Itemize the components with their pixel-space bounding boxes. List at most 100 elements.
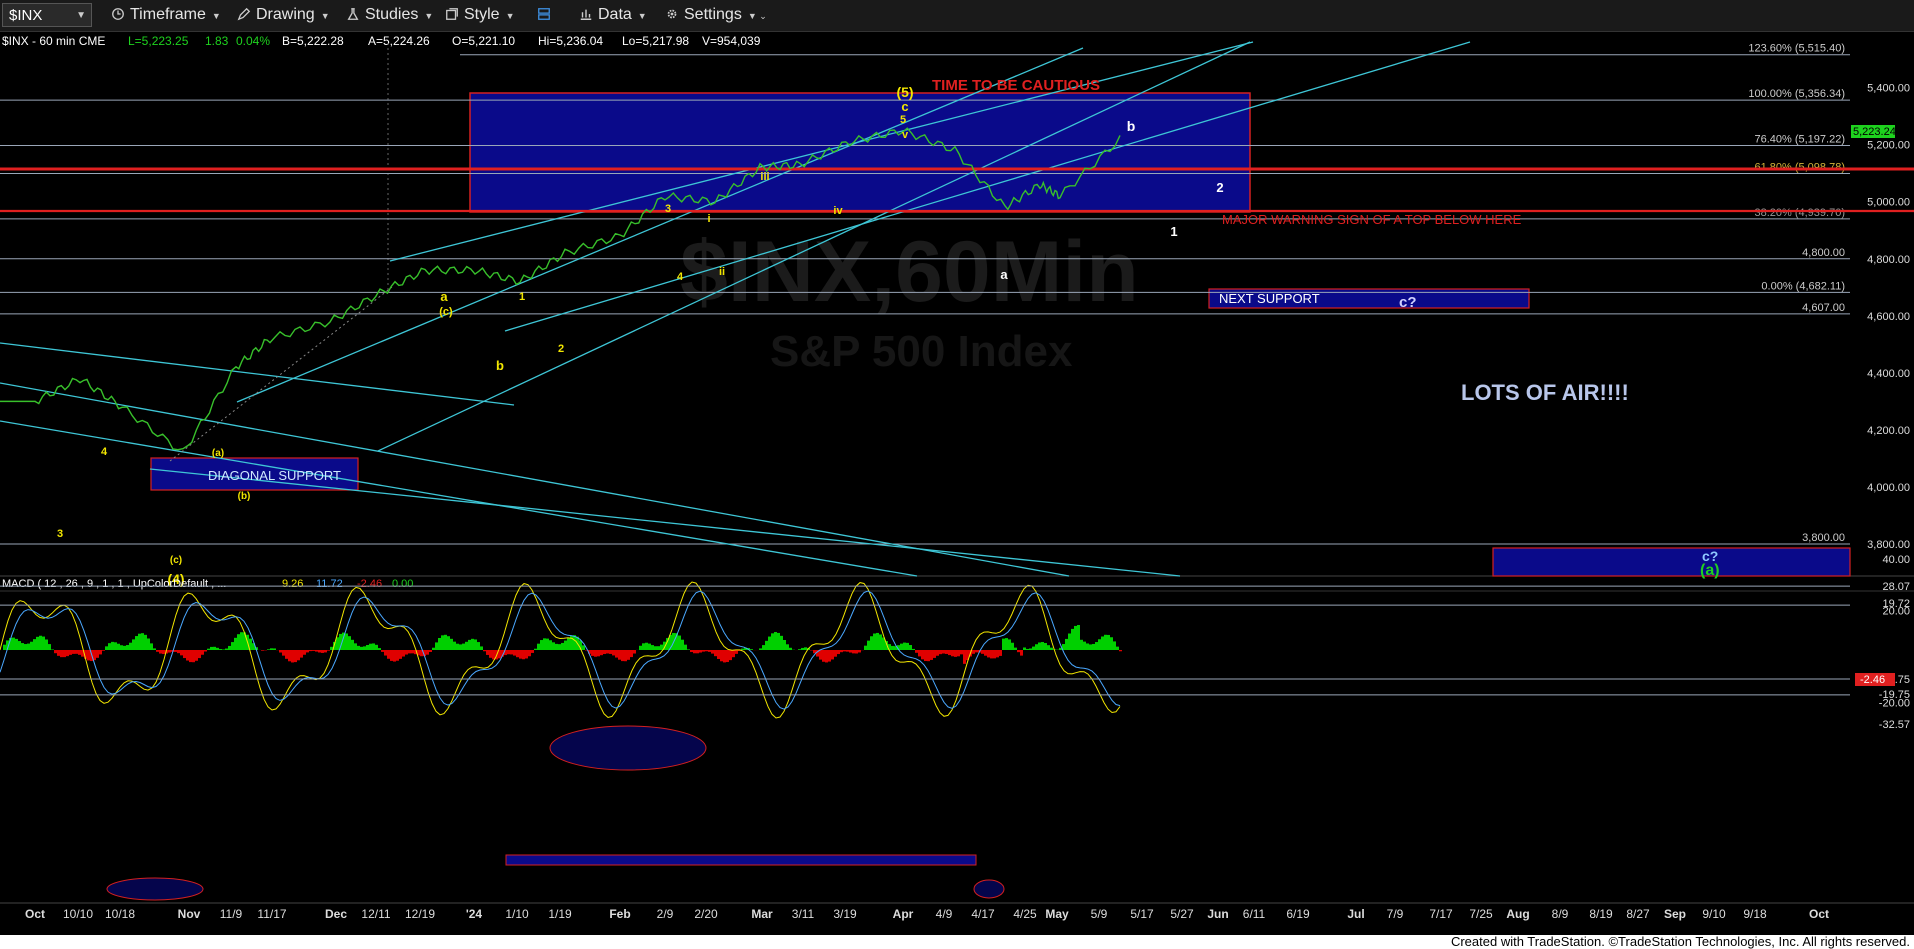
macd-histogram-bar xyxy=(513,650,516,656)
wave-label: iii xyxy=(760,171,769,183)
macd-histogram-bar xyxy=(729,650,732,661)
data-menu[interactable]: Data ▼ xyxy=(578,4,647,26)
macd-histogram-bar xyxy=(186,650,189,661)
studies-menu[interactable]: Studies ▼ xyxy=(345,4,433,26)
macd-histogram-bar xyxy=(510,650,513,655)
toolbar: $INX ▼ Timeframe ▼ Drawing ▼ Studies ▼ Styl… xyxy=(0,0,1914,32)
price-axis-label: 5,400.00 xyxy=(1867,83,1910,95)
macd-histogram-bar xyxy=(516,650,519,658)
macd-histogram-bar xyxy=(741,648,744,650)
macd-histogram-bar xyxy=(129,642,132,650)
macd-histogram-bar xyxy=(1023,647,1026,650)
chart-area[interactable]: $INX - 60 min CME L=5,223.25 1.83 0.04% … xyxy=(0,31,1914,935)
macd-histogram-bar xyxy=(225,648,228,650)
timeframe-menu[interactable]: Timeframe ▼ xyxy=(110,4,221,26)
price-chart-svg[interactable]: $INX - 60 min CME L=5,223.25 1.83 0.04% … xyxy=(0,31,1914,935)
macd-histogram-bar xyxy=(18,641,21,650)
diagonal-support-label: DIAGONAL SUPPORT xyxy=(208,468,341,483)
macd-histogram-bar xyxy=(309,650,312,652)
wave-label: 3 xyxy=(665,203,671,215)
time-axis-label: 6/19 xyxy=(1286,907,1310,921)
macd-histogram-bar xyxy=(996,650,999,658)
macd-histogram-bar xyxy=(468,639,471,650)
quote-volume: V=954,039 xyxy=(702,34,761,48)
time-axis-label: 9/18 xyxy=(1743,907,1767,921)
macd-histogram-bar xyxy=(798,649,801,650)
macd-histogram-bar xyxy=(345,633,348,650)
macd-histogram-bar xyxy=(558,644,561,650)
macd-histogram-bar xyxy=(531,650,534,653)
time-axis-label: 4/25 xyxy=(1013,907,1037,921)
macd-histogram-bar xyxy=(717,650,720,659)
macd-histogram-bar xyxy=(597,650,600,657)
settings-menu[interactable]: Settings ▼ ⌄ xyxy=(664,4,767,26)
macd-histogram-bar xyxy=(831,650,834,660)
wave-label: 4 xyxy=(101,446,108,458)
macd-histogram-bar xyxy=(900,643,903,650)
macd-histogram-bar xyxy=(474,639,477,650)
macd-histogram-bar xyxy=(627,650,630,660)
macd-histogram-bar xyxy=(1110,637,1113,650)
macd-histogram-bar xyxy=(405,650,408,655)
macd-histogram-bar xyxy=(201,650,204,655)
macd-histogram-bar xyxy=(693,650,696,654)
time-axis-label: 11/9 xyxy=(220,907,243,921)
macd-histogram-bar xyxy=(486,650,489,655)
macd-histogram-bar xyxy=(615,650,618,658)
macd-histogram-bar xyxy=(159,650,162,654)
macd-histogram-bar xyxy=(399,650,402,659)
macd-histogram-bar xyxy=(759,648,762,650)
macd-axis-label: 20.00 xyxy=(1882,606,1910,618)
macd-histogram-bar xyxy=(1107,634,1110,650)
flask-icon xyxy=(347,8,359,20)
level-label: 0.00% (4,682.11) xyxy=(1761,280,1845,292)
macd-histogram-bar xyxy=(180,650,183,656)
wave-label: 3 xyxy=(57,528,63,540)
wave-label: 4 xyxy=(677,271,684,283)
drawing-menu[interactable]: Drawing ▼ xyxy=(236,4,330,26)
macd-histogram-bar xyxy=(1089,644,1092,650)
macd-histogram-bar xyxy=(360,646,363,650)
time-axis-label: Oct xyxy=(25,907,45,921)
major-warning: MAJOR WARNING SIGN OF A TOP BELOW HERE xyxy=(1222,212,1522,227)
time-axis-label: 11/17 xyxy=(257,907,286,921)
macd-histogram-bar xyxy=(618,650,621,660)
macd-histogram-bar xyxy=(927,650,930,662)
price-axis-label: 4,200.00 xyxy=(1867,425,1910,437)
macd-zone-box xyxy=(505,854,977,866)
time-axis-label: 12/19 xyxy=(405,907,435,921)
macd-histogram-bar xyxy=(435,642,438,650)
macd-histogram-bar xyxy=(1074,625,1077,650)
macd-histogram-bar xyxy=(387,650,390,659)
layout-button[interactable] xyxy=(536,4,556,26)
macd-histogram-bar xyxy=(582,645,585,650)
macd-histogram-bar xyxy=(210,646,213,650)
macd-histogram-bar xyxy=(660,644,663,650)
macd-ellipse xyxy=(106,877,204,901)
macd-histogram-bar xyxy=(96,650,99,658)
wave-label: a xyxy=(1000,267,1008,282)
macd-histogram-bar xyxy=(12,637,15,650)
symbol-selector[interactable]: $INX ▼ xyxy=(2,3,92,27)
wave-label: 2 xyxy=(1216,180,1223,195)
macd-histogram-bar xyxy=(699,650,702,653)
macd-histogram-bar xyxy=(30,641,33,650)
time-axis-label: 3/19 xyxy=(833,907,857,921)
macd-histogram-bar xyxy=(765,640,768,650)
macd-histogram-bar xyxy=(750,649,753,650)
macd-histogram-bar xyxy=(168,650,171,653)
quote-open: O=5,221.10 xyxy=(452,34,515,48)
macd-histogram-bar xyxy=(153,648,156,650)
style-menu[interactable]: Style ▼ xyxy=(444,4,515,26)
macd-histogram-bar xyxy=(621,650,624,662)
macd-histogram-bar xyxy=(288,650,291,662)
level-label: 76.40% (5,197.22) xyxy=(1754,133,1845,145)
macd-histogram-bar xyxy=(603,650,606,655)
macd-histogram-bar xyxy=(426,650,429,655)
macd-histogram-bar xyxy=(690,650,693,653)
macd-histogram-bar xyxy=(651,645,654,650)
macd-histogram-bar xyxy=(372,643,375,650)
macd-histogram-bar xyxy=(27,643,30,650)
macd-histogram-bar xyxy=(123,645,126,650)
macd-v2: 11.72 xyxy=(316,578,343,590)
